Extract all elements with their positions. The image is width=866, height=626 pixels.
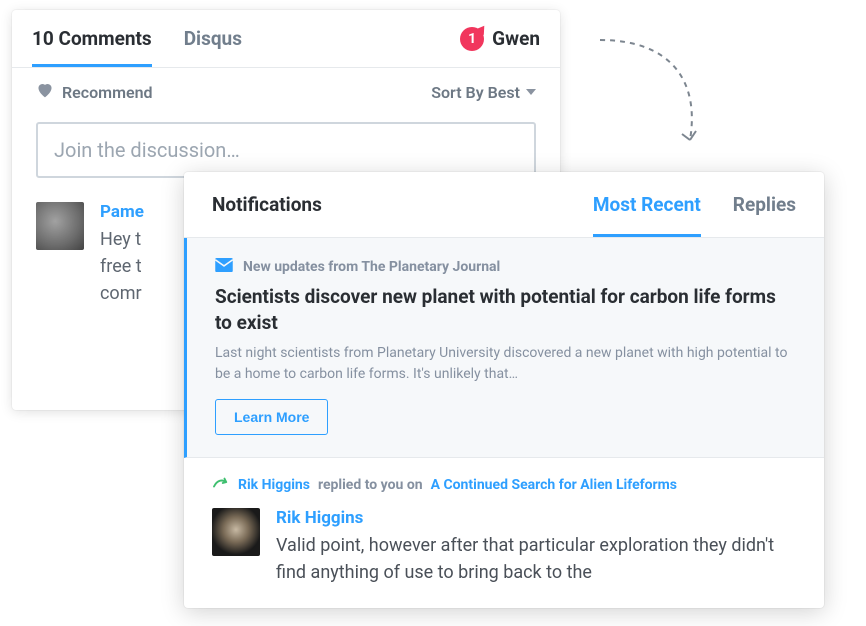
mail-icon <box>215 258 233 276</box>
notification-source: New updates from The Planetary Journal <box>215 258 796 276</box>
notifications-panel: Notifications Most Recent Replies New up… <box>184 172 824 608</box>
reply-verb-text: replied to you on <box>318 477 423 493</box>
chevron-down-icon <box>526 89 536 95</box>
tab-most-recent[interactable]: Most Recent <box>593 172 701 237</box>
user-name: Gwen <box>492 27 540 50</box>
learn-more-button[interactable]: Learn More <box>215 399 328 435</box>
comment-author-link[interactable]: Pame <box>100 202 144 222</box>
arrow-icon <box>590 20 730 170</box>
user-menu[interactable]: 1 Gwen <box>460 27 540 51</box>
tab-comments[interactable]: 10 Comments <box>32 10 152 67</box>
compose-input[interactable]: Join the discussion… <box>36 122 536 178</box>
tab-replies[interactable]: Replies <box>733 172 796 237</box>
comments-tabs: 10 Comments Disqus 1 Gwen <box>12 10 560 68</box>
notification-headline: Scientists discover new planet with pote… <box>215 284 796 335</box>
avatar <box>212 508 260 556</box>
notification-reply[interactable]: Rik Higgins replied to you on A Continue… <box>184 458 824 586</box>
notification-excerpt: Last night scientists from Planetary Uni… <box>215 343 796 385</box>
recommend-label: Recommend <box>62 83 153 102</box>
comments-toolbar: Recommend Sort By Best <box>12 68 560 112</box>
notification-source-label: New updates from The Planetary Journal <box>243 259 500 275</box>
notifications-tabs: Most Recent Replies <box>593 172 796 237</box>
tab-disqus[interactable]: Disqus <box>184 10 242 67</box>
sort-label: Sort By Best <box>431 83 520 102</box>
heart-icon <box>36 82 54 102</box>
reply-actor-link[interactable]: Rik Higgins <box>238 477 310 493</box>
avatar <box>36 202 84 250</box>
notification-badge: 1 <box>460 27 484 51</box>
reply-source: Rik Higgins replied to you on A Continue… <box>212 476 796 494</box>
reply-author-link[interactable]: Rik Higgins <box>276 508 363 528</box>
reply-thread-link[interactable]: A Continued Search for Alien Lifeforms <box>431 477 677 493</box>
notifications-title: Notifications <box>212 193 322 216</box>
sort-dropdown[interactable]: Sort By Best <box>431 83 536 102</box>
recommend-button[interactable]: Recommend <box>36 82 153 102</box>
reply-arrow-icon <box>212 476 230 494</box>
reply-text: Valid point, however after that particul… <box>276 532 796 586</box>
reply-body: Rik Higgins Valid point, however after t… <box>212 508 796 586</box>
notification-update[interactable]: New updates from The Planetary Journal S… <box>184 238 824 458</box>
notifications-header: Notifications Most Recent Replies <box>184 172 824 238</box>
